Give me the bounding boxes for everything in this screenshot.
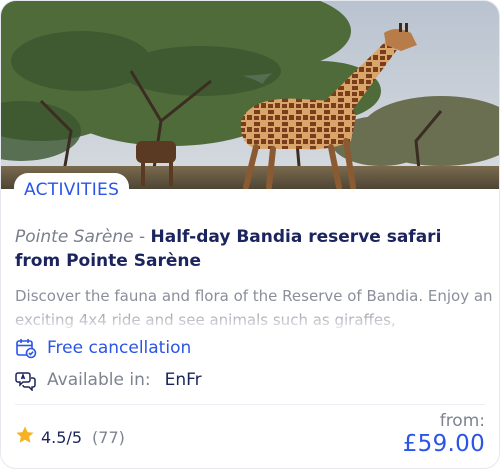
price-from-label: from: <box>439 411 485 431</box>
languages-value: EnFr <box>164 370 202 390</box>
rating-score: 4.5/5 <box>41 427 83 447</box>
languages-feature: Available in: EnFr <box>15 368 202 392</box>
title-separator: - <box>133 227 151 247</box>
price-value: £59.00 <box>402 431 485 457</box>
category-badge: ACTIVITIES <box>14 173 130 207</box>
activity-title[interactable]: Pointe Sarène - Half-day Bandia reserve … <box>15 225 485 273</box>
free-cancellation-label: Free cancellation <box>47 338 192 358</box>
languages-label: Available in: <box>47 370 151 390</box>
hero-image[interactable] <box>1 1 499 189</box>
rating: 4.5/5 (77) <box>15 425 125 449</box>
activity-card[interactable]: ACTIVITIES Pointe Sarène - Half-day Band… <box>0 0 500 469</box>
free-cancellation-feature: Free cancellation <box>15 336 191 360</box>
chat-bubbles-icon <box>15 369 37 391</box>
star-icon <box>15 425 35 449</box>
calendar-check-icon <box>15 337 37 359</box>
card-divider <box>15 404 485 405</box>
giraffe-photo <box>1 1 499 189</box>
rating-count: (77) <box>92 427 125 447</box>
activity-location: Pointe Sarène <box>15 227 134 247</box>
activity-description: Discover the fauna and flora of the Rese… <box>15 287 493 329</box>
